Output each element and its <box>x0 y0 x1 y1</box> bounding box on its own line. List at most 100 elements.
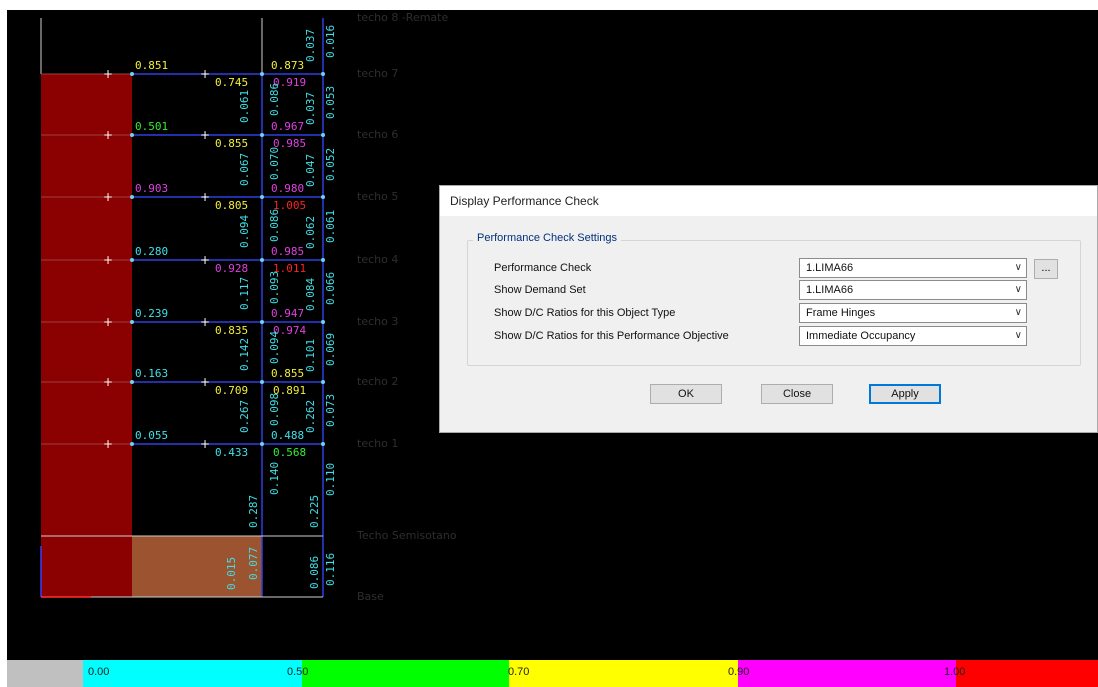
beam-dc-ratio: 0.163 <box>135 367 169 380</box>
beam-dc-ratio: 0.947 <box>271 307 305 320</box>
story-label: Base <box>357 590 384 603</box>
node-joint <box>260 320 264 324</box>
beam-dc-ratio: 0.488 <box>271 429 305 442</box>
column-dc-ratio: 0.094 <box>268 330 281 364</box>
beam-dc-ratio: 0.980 <box>271 182 305 195</box>
column-dc-ratio: 0.061 <box>238 89 251 123</box>
node-joint <box>130 195 134 199</box>
beam-dc-ratio: 0.835 <box>215 324 249 337</box>
beam-dc-ratio: 0.805 <box>215 199 249 212</box>
chevron-down-icon: ∨ <box>1014 330 1022 341</box>
beam-dc-ratio: 0.967 <box>271 120 305 133</box>
demand-set-select[interactable]: 1.LIMA66 ∨ <box>799 280 1027 300</box>
story-label: techo 6 <box>357 128 399 141</box>
legend-color-segment <box>508 660 738 687</box>
node-joint <box>130 380 134 384</box>
node-cross: + <box>200 253 210 267</box>
legend-color-segment <box>7 660 84 687</box>
column-dc-ratio: 0.117 <box>238 276 251 310</box>
node-cross: + <box>200 315 210 329</box>
column-dc-ratio: 0.093 <box>268 270 281 304</box>
column-dc-ratio: 0.287 <box>247 494 260 528</box>
story-label: techo 7 <box>357 67 399 80</box>
group-title: Performance Check Settings <box>473 232 622 244</box>
object-type-select[interactable]: Frame Hinges ∨ <box>799 303 1027 323</box>
column-dc-ratio: 0.084 <box>304 277 317 311</box>
ok-button[interactable]: OK <box>650 384 722 404</box>
node-cross: + <box>103 67 113 81</box>
node-cross: + <box>103 375 113 389</box>
chevron-down-icon: ∨ <box>1014 307 1022 318</box>
column-dc-ratio: 0.037 <box>304 91 317 125</box>
beam-dc-ratio: 0.568 <box>273 446 307 459</box>
legend-color-segment <box>737 660 957 687</box>
legend-color-segment <box>956 660 1098 687</box>
performance-check-define-button[interactable]: ... <box>1034 259 1058 279</box>
performance-check-select[interactable]: 1.LIMA66 ∨ <box>799 258 1027 278</box>
story-label: techo 1 <box>357 437 399 450</box>
object-type-value: Frame Hinges <box>806 307 876 319</box>
performance-objective-select[interactable]: Immediate Occupancy ∨ <box>799 326 1027 346</box>
column-dc-ratio: 0.094 <box>238 214 251 248</box>
demand-set-label: Show Demand Set <box>494 284 586 296</box>
node-joint <box>260 380 264 384</box>
performance-check-value: 1.LIMA66 <box>806 262 854 274</box>
node-joint <box>130 72 134 76</box>
column-dc-ratio: 0.110 <box>324 462 337 496</box>
column-dc-ratio: 0.053 <box>324 85 337 119</box>
beam-dc-ratio: 0.055 <box>135 429 169 442</box>
performance-objective-value: Immediate Occupancy <box>806 330 916 342</box>
display-performance-check-dialog: Display Performance Check Performance Ch… <box>439 185 1098 433</box>
node-joint <box>260 442 264 446</box>
column-dc-ratio: 0.098 <box>268 392 281 426</box>
column-dc-ratio: 0.037 <box>304 28 317 62</box>
dialog-title-bar[interactable]: Display Performance Check <box>440 186 1097 216</box>
beam-dc-ratio: 0.501 <box>135 120 169 133</box>
column-dc-ratio: 0.061 <box>324 209 337 243</box>
column-dc-ratio: 0.116 <box>324 552 337 586</box>
node-joint <box>130 133 134 137</box>
node-cross: + <box>200 190 210 204</box>
beam-dc-ratio: 0.745 <box>215 76 249 89</box>
column-dc-ratio: 0.016 <box>324 24 337 58</box>
node-joint <box>260 72 264 76</box>
column-dc-ratio: 0.262 <box>304 399 317 433</box>
legend-color-segment <box>301 660 509 687</box>
legend-tick-label: 0.00 <box>88 666 110 678</box>
node-joint <box>321 195 325 199</box>
column-dc-ratio: 0.101 <box>304 338 317 372</box>
chevron-down-icon: ∨ <box>1014 262 1022 273</box>
node-cross: + <box>103 190 113 204</box>
node-joint <box>260 195 264 199</box>
dc-ratio-color-legend <box>7 660 1098 687</box>
beam-dc-ratio: 0.709 <box>215 384 249 397</box>
column-dc-ratio: 0.070 <box>268 146 281 180</box>
legend-tick-label: 0.50 <box>287 666 309 678</box>
node-joint <box>130 258 134 262</box>
legend-tick-label: 0.90 <box>728 666 750 678</box>
node-joint <box>260 133 264 137</box>
apply-button[interactable]: Apply <box>869 384 941 404</box>
node-cross: + <box>103 128 113 142</box>
beam-dc-ratio: 0.985 <box>271 245 305 258</box>
node-cross: + <box>200 375 210 389</box>
column-dc-ratio: 0.086 <box>268 82 281 116</box>
node-joint <box>321 442 325 446</box>
demand-set-value: 1.LIMA66 <box>806 284 854 296</box>
column-dc-ratio: 0.047 <box>304 153 317 187</box>
node-cross: + <box>103 315 113 329</box>
node-joint <box>130 442 134 446</box>
chevron-down-icon: ∨ <box>1014 284 1022 295</box>
node-cross: + <box>103 253 113 267</box>
beam-dc-ratio: 0.433 <box>215 446 249 459</box>
close-button[interactable]: Close <box>761 384 833 404</box>
story-label: techo 3 <box>357 315 399 328</box>
node-cross: + <box>200 67 210 81</box>
beam-dc-ratio: 0.851 <box>135 59 169 72</box>
column-dc-ratio: 0.069 <box>324 332 337 366</box>
beam-dc-ratio: 0.855 <box>215 137 249 150</box>
beam-dc-ratio: 0.873 <box>271 59 305 72</box>
node-cross: + <box>103 437 113 451</box>
story-label: techo 2 <box>357 375 399 388</box>
column-dc-ratio: 0.052 <box>324 147 337 181</box>
